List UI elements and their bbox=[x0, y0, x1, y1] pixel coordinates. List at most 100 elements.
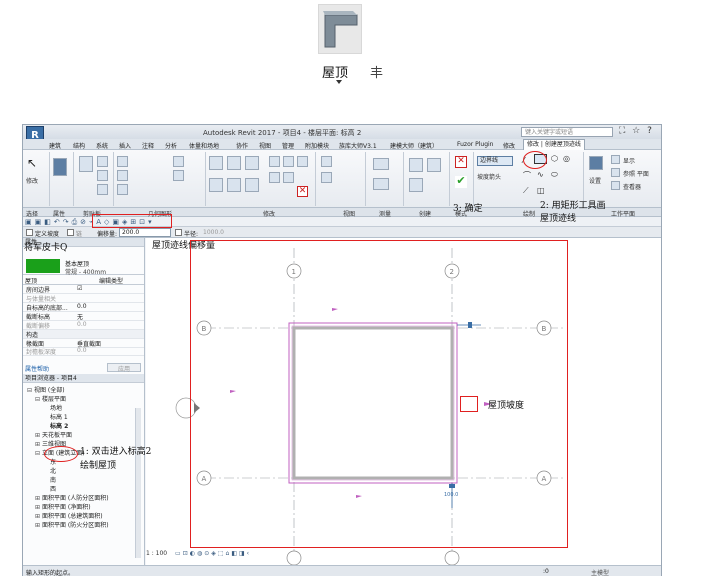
tab-family-master[interactable]: 族库大师V3.1 bbox=[339, 141, 377, 150]
expand-icon[interactable]: ⊞ bbox=[35, 495, 42, 502]
browser-item[interactable]: ⊞ 天花板平面 bbox=[23, 430, 144, 439]
tab-collaborate[interactable]: 协作 bbox=[236, 141, 248, 150]
tab-annotate[interactable]: 注释 bbox=[142, 141, 154, 150]
tab-modeling-master[interactable]: 建模大师（建筑） bbox=[390, 141, 438, 150]
tab-manage[interactable]: 管理 bbox=[282, 141, 294, 150]
browser-item[interactable]: ⊞ 面积平面 (总建筑面积) bbox=[23, 511, 144, 520]
browser-item[interactable]: ⊟ 视图 (全部) bbox=[23, 385, 144, 394]
split-face-icon[interactable] bbox=[173, 156, 184, 167]
tab-modify-create-roof-footprint[interactable]: 修改 | 创建屋顶迹线 bbox=[523, 139, 585, 150]
ellipse-icon[interactable]: ⬭ bbox=[551, 170, 558, 180]
roof-tool-button[interactable] bbox=[318, 4, 362, 54]
dimension-icon[interactable] bbox=[373, 178, 389, 190]
set-workplane-icon[interactable] bbox=[589, 156, 603, 170]
properties-icon[interactable] bbox=[53, 158, 67, 176]
offset-input[interactable]: 200.0 bbox=[119, 228, 171, 237]
measure-icon[interactable] bbox=[373, 158, 389, 170]
pick-line-icon[interactable]: ⟋ bbox=[523, 186, 529, 196]
scale-icon[interactable] bbox=[269, 172, 280, 183]
browser-item[interactable]: ⊞ 面积平面 (人防分区面积) bbox=[23, 493, 144, 502]
create-group-icon[interactable] bbox=[427, 158, 441, 172]
browser-item[interactable]: 标高 1 bbox=[23, 412, 144, 421]
browser-item[interactable]: 南 bbox=[23, 475, 144, 484]
ref-plane-icon[interactable] bbox=[611, 168, 620, 177]
browser-scrollbar[interactable] bbox=[135, 408, 141, 558]
boundary-line-button[interactable]: 边界线 bbox=[477, 156, 513, 166]
create-part-icon[interactable] bbox=[409, 178, 423, 192]
trim-icon[interactable] bbox=[269, 156, 280, 167]
expand-icon[interactable]: ⊞ bbox=[35, 504, 42, 511]
tab-addins[interactable]: 附加模块 bbox=[305, 141, 329, 150]
browser-item[interactable]: ⊞ 面积平面 (净面积) bbox=[23, 502, 144, 511]
browser-item[interactable]: 场地 bbox=[23, 403, 144, 412]
tab-systems[interactable]: 系统 bbox=[96, 141, 108, 150]
expand-icon[interactable]: ⊞ bbox=[35, 522, 42, 529]
browser-item[interactable]: 西 bbox=[23, 484, 144, 493]
prop-value[interactable]: ☑ bbox=[77, 285, 82, 292]
expand-icon[interactable]: ⊞ bbox=[35, 432, 42, 439]
rotate-icon[interactable] bbox=[245, 178, 259, 192]
title-icons[interactable]: ⛶ ☆ ? bbox=[619, 126, 654, 136]
browser-item[interactable]: 标高 2 bbox=[23, 421, 144, 430]
expand-icon[interactable]: ⊞ bbox=[35, 441, 42, 448]
expand-icon[interactable]: ⊞ bbox=[35, 513, 42, 520]
cut-geometry-icon[interactable] bbox=[117, 170, 128, 181]
roof-dropdown-arrow-icon[interactable] bbox=[336, 80, 342, 84]
collapse-icon[interactable]: ⊟ bbox=[35, 450, 42, 457]
collapse-icon[interactable]: ⊟ bbox=[35, 396, 42, 403]
show-icon[interactable] bbox=[611, 155, 620, 164]
browser-item[interactable]: ⊟ 楼层平面 bbox=[23, 394, 144, 403]
pin-icon[interactable] bbox=[283, 172, 294, 183]
search-input[interactable]: 键入关键字或短语 bbox=[521, 127, 613, 137]
paint-icon[interactable] bbox=[173, 170, 184, 181]
align-icon[interactable] bbox=[209, 156, 223, 170]
slope-arrow-button[interactable]: 坡度箭头 bbox=[477, 172, 501, 181]
array-icon[interactable] bbox=[297, 156, 308, 167]
linework-icon[interactable] bbox=[321, 172, 332, 183]
radius-checkbox[interactable] bbox=[175, 229, 182, 236]
tab-architecture[interactable]: 建筑 bbox=[49, 141, 61, 150]
join-icon[interactable] bbox=[117, 184, 128, 195]
copy-icon[interactable] bbox=[97, 170, 108, 181]
browser-item[interactable]: ⊞ 面积平面 (防火分区面积) bbox=[23, 520, 144, 529]
prop-value[interactable]: 0.0 bbox=[77, 303, 87, 310]
paste-icon[interactable] bbox=[79, 156, 93, 172]
view-control-icons[interactable]: ▭⊡◐◍⊙◈⬚⌂◧◨‹ bbox=[175, 550, 251, 557]
finish-edit-icon[interactable]: ✔ bbox=[455, 175, 467, 188]
cancel-edit-icon[interactable]: ✕ bbox=[455, 156, 467, 168]
cursor-icon[interactable]: ↖ bbox=[27, 156, 37, 170]
create-similar-icon[interactable] bbox=[409, 158, 423, 172]
tab-massing-site[interactable]: 体量和场地 bbox=[189, 141, 219, 150]
tab-analyze[interactable]: 分析 bbox=[165, 141, 177, 150]
view-override-icon[interactable] bbox=[321, 156, 332, 167]
cut-icon[interactable] bbox=[97, 156, 108, 167]
offset-icon[interactable] bbox=[227, 156, 241, 170]
pick-wall-icon[interactable]: ◫ bbox=[537, 186, 545, 195]
copy-element-icon[interactable] bbox=[227, 178, 241, 192]
arc-icon[interactable]: ⌒ bbox=[523, 170, 531, 181]
tab-modify[interactable]: 修改 bbox=[503, 141, 515, 150]
view-scale[interactable]: 1 : 100 bbox=[146, 550, 167, 557]
cope-icon[interactable] bbox=[117, 156, 128, 167]
edit-type-button[interactable]: 编辑类型 bbox=[99, 276, 123, 285]
tab-structure[interactable]: 结构 bbox=[73, 141, 85, 150]
mirror-icon[interactable] bbox=[245, 156, 259, 170]
circle-icon[interactable]: ◎ bbox=[563, 154, 570, 163]
tab-insert[interactable]: 插入 bbox=[119, 141, 131, 150]
split-icon[interactable] bbox=[283, 156, 294, 167]
move-icon[interactable] bbox=[209, 178, 223, 192]
properties-help-link[interactable]: 属性帮助 bbox=[25, 364, 49, 373]
apply-button[interactable]: 应用 bbox=[107, 363, 141, 373]
prop-value[interactable]: 无 bbox=[77, 312, 83, 321]
match-properties-icon[interactable] bbox=[97, 184, 108, 195]
define-slope-checkbox[interactable] bbox=[26, 229, 33, 236]
polygon-icon[interactable]: ⬡ bbox=[551, 154, 558, 163]
viewer-icon[interactable] bbox=[611, 181, 620, 190]
spline-icon[interactable]: ∿ bbox=[537, 170, 544, 179]
tab-fuzor[interactable]: Fuzor Plugin bbox=[457, 141, 494, 148]
collapse-icon[interactable]: ⊟ bbox=[27, 387, 34, 394]
delete-icon[interactable]: ✕ bbox=[297, 186, 308, 197]
status-model[interactable]: 主模型 bbox=[591, 568, 609, 577]
tab-view[interactable]: 视图 bbox=[259, 141, 271, 150]
chain-checkbox[interactable] bbox=[67, 229, 74, 236]
